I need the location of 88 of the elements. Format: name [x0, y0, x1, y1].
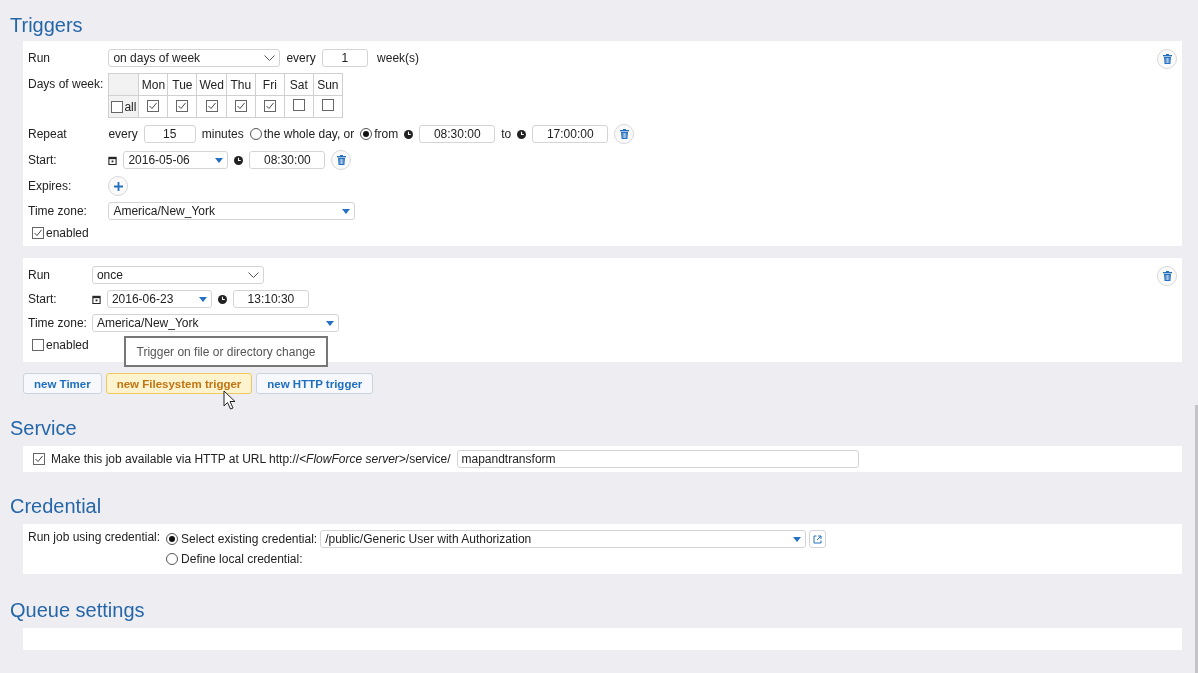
- trash-icon: [336, 155, 346, 165]
- checkbox[interactable]: [147, 99, 160, 112]
- radio-label: the whole day, or: [263, 127, 355, 141]
- trash-icon: [1162, 271, 1172, 281]
- day-label: Tue: [172, 77, 193, 92]
- section-heading: Credential: [10, 494, 103, 518]
- all-label: all: [124, 99, 137, 114]
- day-label: Mon: [141, 77, 166, 92]
- field-label: Time zone:: [28, 204, 88, 218]
- checkbox[interactable]: [32, 227, 44, 239]
- section-heading: Service: [10, 416, 78, 440]
- checkbox[interactable]: [176, 99, 189, 112]
- checkbox[interactable]: [205, 99, 218, 112]
- input-field[interactable]: 13:10:30: [232, 290, 309, 308]
- new-trigger-button[interactable]: new HTTP trigger: [256, 373, 374, 394]
- field-label: Run: [28, 51, 51, 65]
- tooltip: Trigger on file or directory change: [124, 336, 328, 367]
- dropdown[interactable]: 2016-06-23: [106, 290, 212, 308]
- input-field[interactable]: 08:30:00: [249, 151, 326, 169]
- input-field[interactable]: 1: [321, 49, 368, 67]
- service-description: Make this job available via HTTP at URL http://<FlowForce server>/service/: [51, 452, 451, 466]
- field-label: Run job using credential:: [28, 530, 161, 544]
- field-label: Repeat: [28, 127, 68, 141]
- add-button[interactable]: [108, 176, 129, 196]
- dropdown[interactable]: America/New_York: [108, 202, 356, 220]
- dropdown[interactable]: 2016-05-06: [123, 151, 229, 169]
- day-label: Wed: [199, 77, 224, 92]
- trash-icon: [1162, 54, 1172, 64]
- checkbox[interactable]: [111, 100, 124, 113]
- dropdown[interactable]: on days of week: [108, 49, 281, 67]
- day-label: Sun: [317, 77, 339, 92]
- input-field[interactable]: mapandtransform: [456, 450, 859, 468]
- unit-label: minutes: [201, 127, 244, 141]
- checkbox[interactable]: [321, 99, 334, 111]
- field-label: Start:: [28, 292, 58, 306]
- delete-button[interactable]: [614, 124, 635, 144]
- trash-icon: [619, 129, 629, 139]
- field-label: Days of week:: [28, 76, 104, 91]
- checkbox[interactable]: [33, 453, 45, 465]
- delete-button[interactable]: [1157, 49, 1177, 69]
- input-field[interactable]: 08:30:00: [419, 125, 496, 143]
- checkbox[interactable]: [263, 99, 276, 112]
- clock-icon: [234, 155, 244, 165]
- calendar-icon: [91, 294, 101, 304]
- dropdown-arrow-icon: [198, 296, 207, 302]
- external-link-icon: [813, 534, 823, 544]
- dropdown-arrow-icon: [342, 208, 351, 214]
- to-label: to: [501, 127, 512, 141]
- input-field[interactable]: 15: [143, 125, 196, 143]
- dropdown[interactable]: /public/Generic User with Authorization: [320, 530, 807, 548]
- chevron-icon: [264, 55, 276, 61]
- open-link-button[interactable]: [809, 530, 827, 548]
- field-label: Start:: [28, 153, 58, 167]
- plus-icon: [113, 181, 123, 191]
- clock-icon: [404, 129, 414, 139]
- enabled-label: enabled: [46, 226, 89, 240]
- dropdown-arrow-icon: [325, 320, 334, 326]
- section-heading: Triggers: [10, 13, 84, 37]
- dropdown-arrow-icon: [215, 157, 224, 163]
- field-label: Time zone:: [28, 316, 87, 330]
- radio-label: from: [374, 127, 399, 141]
- cursor-icon: [223, 390, 236, 410]
- input-field[interactable]: 17:00:00: [532, 125, 609, 143]
- day-label: Fri: [262, 77, 277, 92]
- delete-button[interactable]: [331, 150, 352, 170]
- every-label: every: [286, 51, 316, 65]
- delete-button[interactable]: [1157, 266, 1177, 286]
- section-heading: Queue settings: [10, 598, 146, 622]
- radio-label: Define local credential:: [181, 552, 303, 566]
- new-trigger-button[interactable]: new Timer: [23, 373, 102, 394]
- checkbox[interactable]: [292, 99, 305, 111]
- unit-label: week(s): [376, 51, 420, 65]
- enabled-label: enabled: [46, 338, 89, 352]
- field-label: Run: [28, 268, 51, 282]
- chevron-icon: [247, 272, 259, 278]
- clock-icon: [517, 129, 527, 139]
- clock-icon: [217, 294, 227, 304]
- checkbox[interactable]: [234, 99, 247, 112]
- day-label: Thu: [230, 77, 252, 92]
- field-label: Expires:: [28, 179, 73, 193]
- radio-label: Select existing credential:: [181, 532, 318, 546]
- dropdown-arrow-icon: [793, 536, 802, 542]
- dropdown[interactable]: once: [91, 266, 264, 284]
- checkbox[interactable]: [32, 339, 44, 351]
- day-label: Sat: [289, 77, 308, 92]
- calendar-icon: [108, 155, 118, 165]
- dropdown[interactable]: America/New_York: [91, 314, 339, 332]
- every-label: every: [108, 127, 138, 141]
